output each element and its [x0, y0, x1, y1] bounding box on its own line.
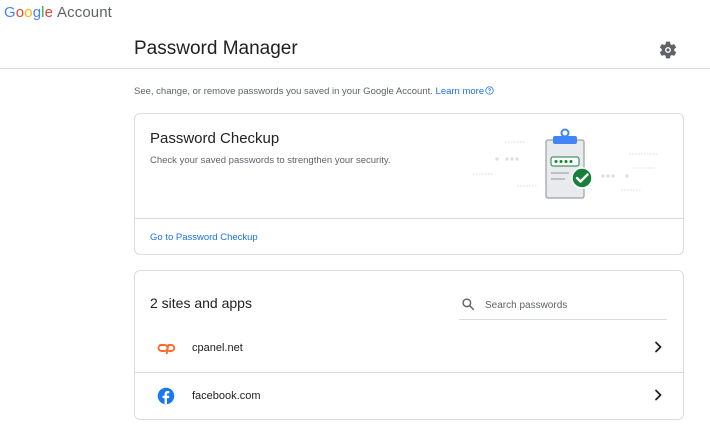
learn-more-link[interactable]: Learn more	[436, 86, 495, 97]
cpanel-icon	[157, 344, 175, 355]
title-bar: Password Manager	[0, 36, 710, 69]
saved-passwords-card: 2 sites and apps cpanel.net facebook.com	[134, 270, 684, 420]
chevron-right-icon	[655, 389, 662, 401]
google-account-logo[interactable]: Google Account	[4, 4, 112, 21]
go-to-password-checkup-link[interactable]: Go to Password Checkup	[150, 232, 258, 243]
site-name: cpanel.net	[192, 342, 243, 354]
description-text: See, change, or remove passwords you sav…	[134, 86, 436, 97]
google-logo: Google	[4, 4, 54, 21]
checkup-title: Password Checkup	[150, 130, 280, 147]
search-icon	[462, 298, 475, 311]
facebook-icon	[157, 387, 175, 405]
gear-icon[interactable]	[658, 40, 678, 60]
password-item-facebook[interactable]: facebook.com	[135, 372, 683, 419]
password-checkup-card: Password Checkup Check your saved passwo…	[134, 113, 684, 255]
help-circle-icon	[485, 86, 494, 95]
page-description: See, change, or remove passwords you sav…	[134, 86, 494, 97]
chevron-right-icon	[655, 341, 662, 353]
checkup-subtitle: Check your saved passwords to strengthen…	[150, 155, 391, 166]
card-divider	[135, 218, 683, 219]
password-checkup-illustration	[473, 128, 657, 199]
brand-suffix: Account	[57, 4, 112, 21]
page-title: Password Manager	[134, 38, 298, 59]
search-passwords-input[interactable]	[483, 295, 667, 315]
site-name: facebook.com	[192, 390, 261, 402]
sites-count-title: 2 sites and apps	[150, 295, 252, 311]
search-passwords	[459, 291, 667, 320]
password-item-cpanel[interactable]: cpanel.net	[135, 325, 683, 371]
